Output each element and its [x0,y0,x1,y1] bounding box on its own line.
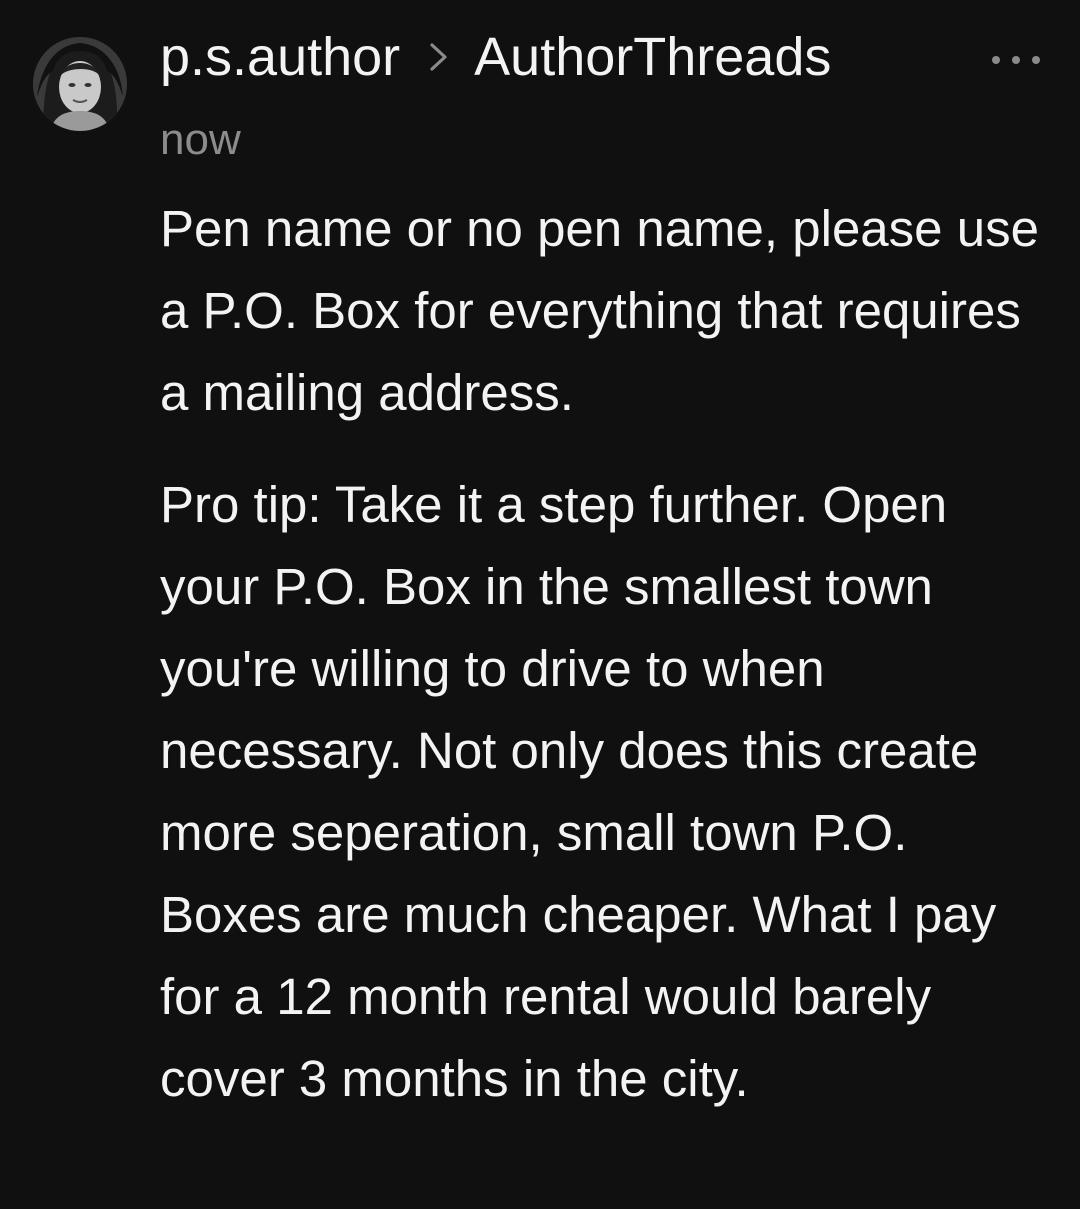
more-options-icon[interactable] [992,48,1040,72]
avatar[interactable] [33,37,127,131]
menu-dot [1012,56,1020,64]
post-paragraph: Pro tip: Take it a step further. Open yo… [160,476,997,1107]
menu-dot [1032,56,1040,64]
menu-dot [992,56,1000,64]
post-body: Pen name or no pen name, please use a P.… [160,188,1060,1120]
avatar-image [33,37,127,131]
post-paragraph: Pen name or no pen name, please use a P.… [160,200,1039,421]
post-timestamp: now [160,115,241,164]
chevron-right-icon [418,37,458,77]
post-header: p.s.author AuthorThreads [160,26,831,88]
community-link[interactable]: AuthorThreads [474,26,831,88]
username-link[interactable]: p.s.author [160,26,400,88]
